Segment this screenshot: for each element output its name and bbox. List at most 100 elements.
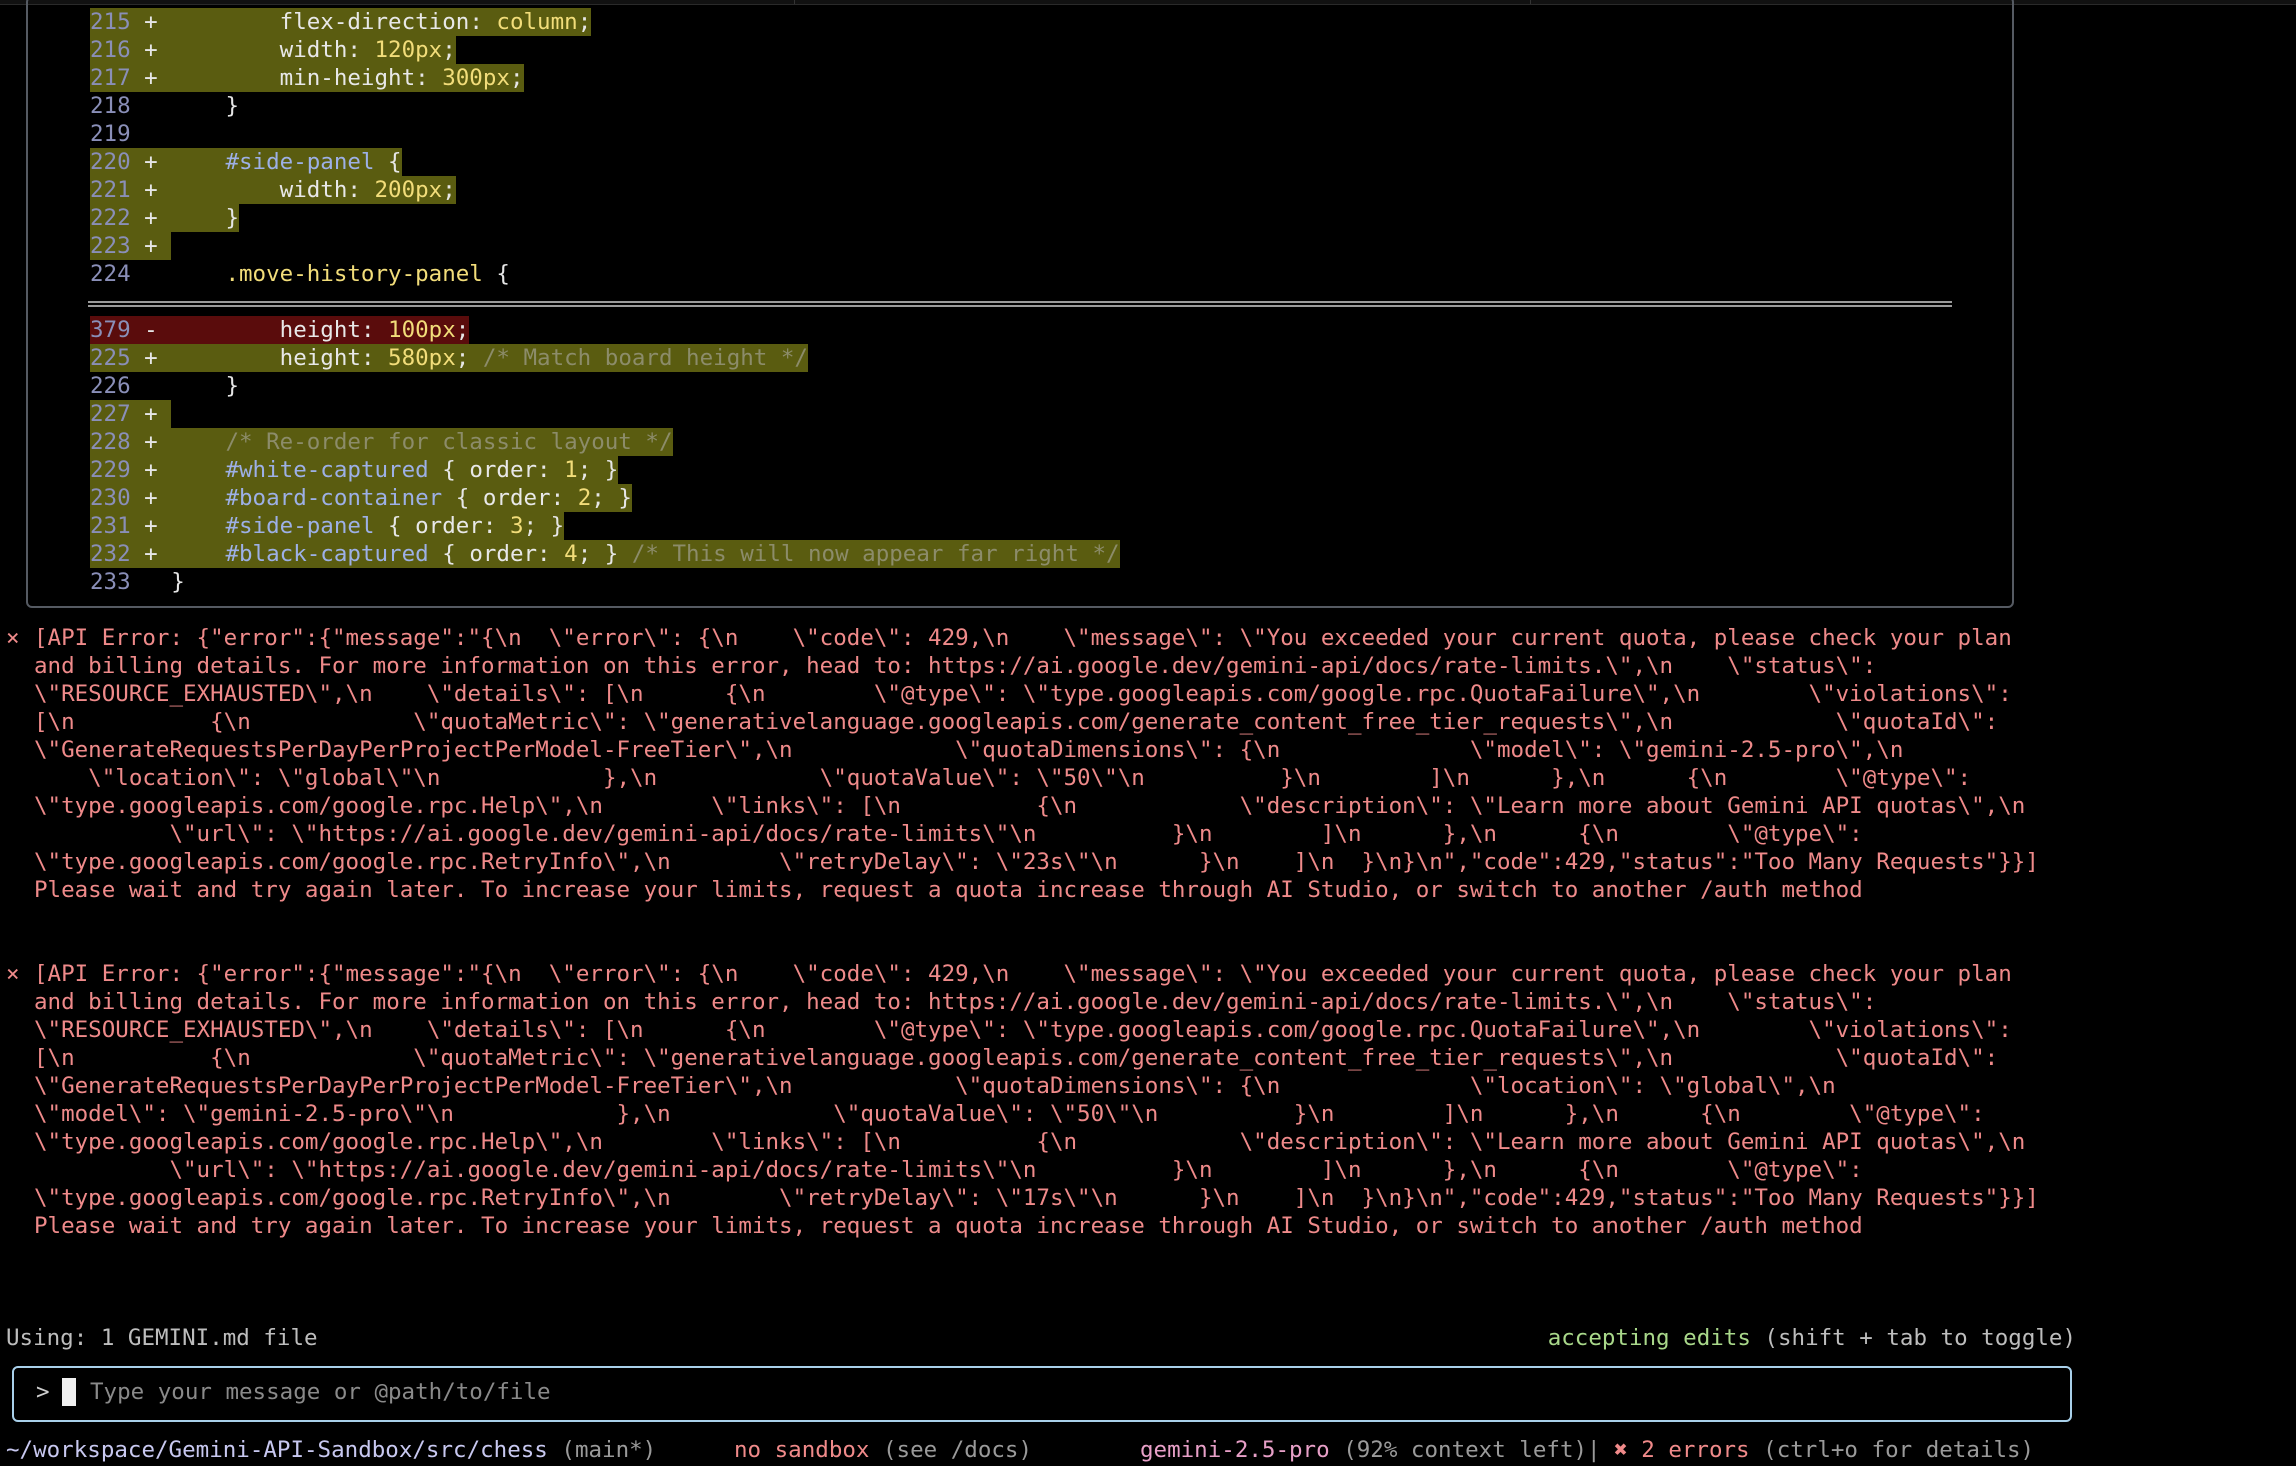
code-token: min-height: [279, 65, 416, 91]
code-token: 4: [564, 541, 578, 567]
code-token: width: [279, 177, 348, 203]
diff-sign: [131, 373, 172, 399]
code-token: flex-direction: [279, 9, 470, 35]
diff-line: 215 + flex-direction: column;: [90, 8, 591, 36]
error-text-line: \"RESOURCE_EXHAUSTED\",\n \"details\": […: [34, 1017, 2012, 1043]
diff-sign: +: [130, 37, 172, 63]
code-token: ;: [509, 65, 524, 91]
code-token: :: [360, 317, 389, 343]
diff-line: 218 }: [90, 92, 239, 120]
accepting-edits-label: accepting edits: [1547, 1325, 1751, 1351]
code-token: ; }: [577, 541, 632, 567]
line-number: 224: [90, 261, 131, 287]
line-number: 219: [90, 121, 131, 147]
message-input-placeholder[interactable]: Type your message or @path/to/file: [90, 1379, 551, 1405]
code-token: ;: [455, 345, 483, 371]
code-token: {: [374, 149, 402, 175]
code-token: ; }: [523, 513, 565, 539]
code-token: column: [496, 9, 578, 35]
error-text-line: \"url\": \"https://ai.google.dev/gemini-…: [34, 1157, 1863, 1183]
line-number: 229: [90, 457, 131, 483]
error-text-line: \"type.googleapis.com/google.rpc.RetryIn…: [34, 849, 2039, 875]
code-token: order: [482, 485, 551, 511]
working-directory: ~/workspace/Gemini-API-Sandbox/src/chess…: [6, 1436, 656, 1464]
error-text-line: and billing details. For more informatio…: [34, 989, 1877, 1015]
error-x-icon: ×: [6, 961, 20, 987]
diff-line: 222 + }: [90, 204, 239, 232]
code-token: ;: [442, 37, 456, 63]
error-text: [API Error: {"error":{"message":"{\n \"e…: [34, 624, 2039, 904]
sandbox-status: no sandbox (see /docs): [734, 1436, 1032, 1464]
line-number: 216: [90, 37, 131, 63]
diff-sign: +: [130, 177, 172, 203]
diff-line: 231 + #side-panel { order: 3; }: [90, 512, 564, 540]
line-number: 225: [90, 345, 131, 371]
diff-line: 230 + #board-container { order: 2; }: [90, 484, 632, 512]
diff-line: 224 .move-history-panel {: [90, 260, 510, 288]
diff-line: 226 }: [90, 372, 239, 400]
code-token: }: [171, 569, 185, 595]
code-token: ;: [455, 317, 470, 343]
code-token: 300px: [442, 65, 510, 91]
edit-mode-indicator[interactable]: accepting edits (shift + tab to toggle): [1548, 1322, 2076, 1354]
context-left: (92% context left): [1329, 1437, 1588, 1463]
code-token: order: [469, 541, 538, 567]
error-text-line: \"type.googleapis.com/google.rpc.Help\",…: [34, 1129, 2026, 1155]
error-text-line: \"url\": \"https://ai.google.dev/gemini-…: [34, 821, 1863, 847]
line-number: 228: [90, 429, 131, 455]
code-token: 120px: [374, 37, 443, 63]
error-text-line: \"RESOURCE_EXHAUSTED\",\n \"details\": […: [34, 681, 2012, 707]
error-text-line: \"GenerateRequestsPerDayPerProjectPerMod…: [34, 737, 1904, 763]
code-token: /* Re-order for classic layout */: [225, 429, 673, 455]
message-input-box[interactable]: > Type your message or @path/to/file: [12, 1366, 2072, 1422]
diff-sign: [131, 93, 172, 119]
code-token: ; }: [591, 485, 632, 511]
code-token: {: [374, 513, 416, 539]
code-token: :: [415, 65, 443, 91]
diff-sign: +: [130, 429, 172, 455]
code-token: order: [415, 513, 483, 539]
diff-sign: +: [130, 513, 172, 539]
error-count[interactable]: ✖ 2 errors: [1614, 1437, 1749, 1463]
git-branch: (main*): [547, 1437, 657, 1463]
code-token: :: [347, 37, 375, 63]
footer-separator: |: [1587, 1437, 1615, 1463]
line-number: 226: [90, 373, 131, 399]
error-text-line: \"type.googleapis.com/google.rpc.Help\",…: [34, 793, 2026, 819]
code-token: .move-history-panel: [225, 261, 483, 287]
diff-line: 232 + #black-captured { order: 4; } /* T…: [90, 540, 1120, 568]
diff-line: 227 +: [90, 400, 171, 428]
code-token: 100px: [388, 317, 456, 343]
diff-sign: +: [130, 65, 172, 91]
sandbox-hint: (see /docs): [869, 1437, 1033, 1463]
prompt-chevron-icon: >: [36, 1379, 50, 1405]
code-token: height: [279, 317, 361, 343]
diff-line: 216 + width: 120px;: [90, 36, 456, 64]
code-token: {: [428, 457, 470, 483]
diff-line: 221 + width: 200px;: [90, 176, 456, 204]
error-text-line: Please wait and try again later. To incr…: [34, 1213, 1863, 1239]
code-token: :: [482, 513, 510, 539]
model-name: gemini-2.5-pro: [1140, 1437, 1330, 1463]
diff-sign: +: [130, 205, 172, 231]
code-token: /* This will now appear far right */: [631, 541, 1120, 567]
diff-sign: +: [130, 541, 172, 567]
diff-line: 219: [90, 120, 171, 148]
cwd-path: ~/workspace/Gemini-API-Sandbox/src/chess: [6, 1437, 548, 1463]
diff-sign: +: [130, 457, 172, 483]
code-token: {: [482, 261, 510, 287]
code-token: 1: [564, 457, 578, 483]
line-number: 379: [90, 317, 131, 343]
code-token: ; }: [577, 457, 619, 483]
code-token: :: [347, 177, 375, 203]
diff-sign: +: [130, 401, 172, 427]
